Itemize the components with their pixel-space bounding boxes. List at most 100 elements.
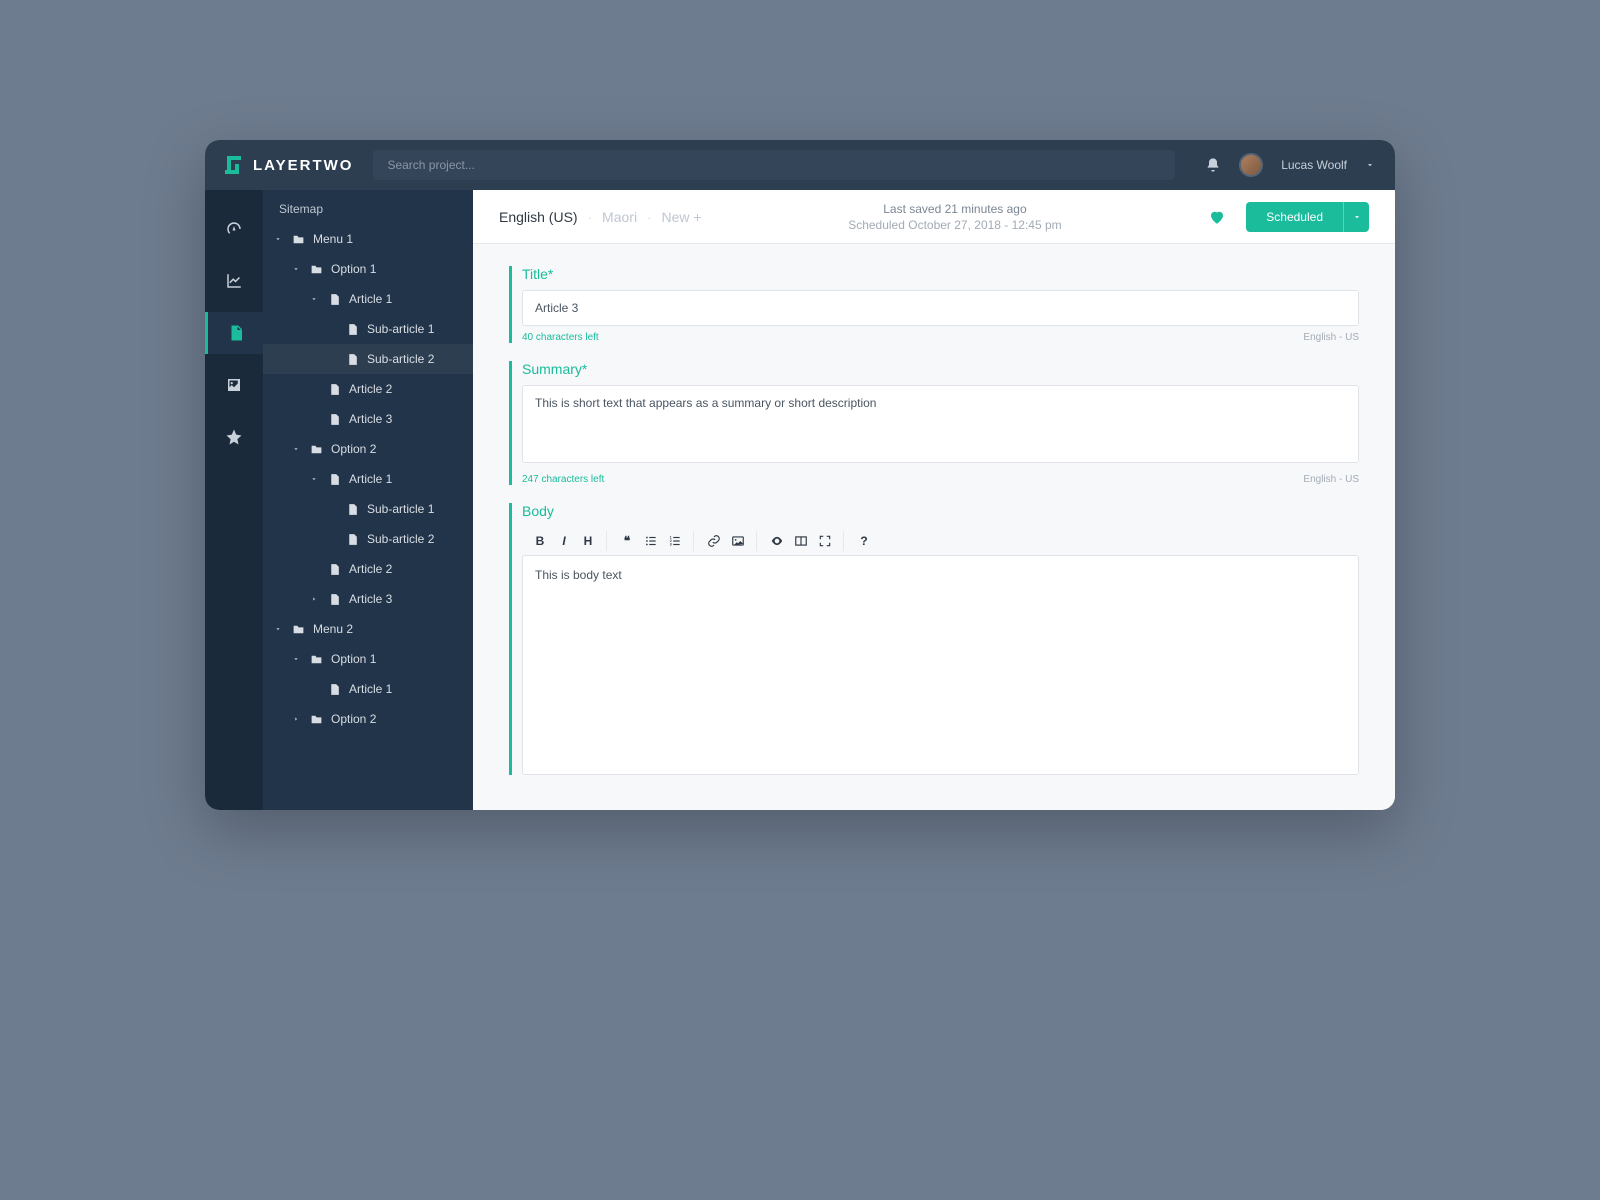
tree-item[interactable]: Option 1 bbox=[263, 254, 473, 284]
quote-button[interactable]: ❝ bbox=[617, 531, 637, 551]
body-editor[interactable]: This is body text bbox=[522, 555, 1359, 775]
tree-item[interactable]: Article 3 bbox=[263, 584, 473, 614]
bold-button[interactable]: B bbox=[530, 531, 550, 551]
file-icon bbox=[345, 353, 359, 366]
tree-item-label: Article 1 bbox=[349, 682, 473, 696]
folder-icon bbox=[291, 233, 305, 246]
tree-item[interactable]: Sub-article 2 bbox=[263, 344, 473, 374]
search-bar[interactable] bbox=[373, 150, 1175, 180]
field-title: Title* 40 characters left English - US bbox=[509, 266, 1359, 343]
language-tabs: English (US) · Maori · New + bbox=[499, 209, 702, 225]
tree-item-label: Article 3 bbox=[349, 592, 473, 606]
avatar[interactable] bbox=[1239, 153, 1263, 177]
rail-favorites[interactable] bbox=[205, 416, 263, 458]
tree-item-label: Option 1 bbox=[331, 652, 473, 666]
preview-button[interactable] bbox=[767, 531, 787, 551]
file-icon bbox=[327, 563, 341, 576]
bell-icon[interactable] bbox=[1205, 157, 1221, 173]
tree-item-label: Sub-article 1 bbox=[367, 322, 473, 336]
link-button[interactable] bbox=[704, 531, 724, 551]
caret-icon[interactable] bbox=[309, 475, 319, 483]
fullscreen-button[interactable] bbox=[815, 531, 835, 551]
tree-item-label: Sub-article 2 bbox=[367, 532, 473, 546]
image-button[interactable] bbox=[728, 531, 748, 551]
list-ul-icon bbox=[644, 534, 658, 548]
rail-analytics[interactable] bbox=[205, 260, 263, 302]
columns-icon bbox=[794, 534, 808, 548]
file-icon bbox=[327, 683, 341, 696]
tree-item[interactable]: Menu 1 bbox=[263, 224, 473, 254]
header: LAYERTWO Lucas Woolf bbox=[205, 140, 1395, 190]
tree-item[interactable]: Article 2 bbox=[263, 374, 473, 404]
tree-item[interactable]: Article 3 bbox=[263, 404, 473, 434]
columns-button[interactable] bbox=[791, 531, 811, 551]
main-panel: English (US) · Maori · New + Last saved … bbox=[473, 190, 1395, 810]
image-icon bbox=[225, 376, 243, 394]
lang-tab-active[interactable]: English (US) bbox=[499, 209, 578, 225]
favorite-button[interactable] bbox=[1208, 208, 1226, 226]
tree-item[interactable]: Menu 2 bbox=[263, 614, 473, 644]
folder-icon bbox=[309, 713, 323, 726]
file-icon bbox=[327, 593, 341, 606]
caret-icon[interactable] bbox=[291, 715, 301, 723]
user-menu-caret-icon[interactable] bbox=[1365, 160, 1375, 170]
summary-lang: English - US bbox=[1303, 474, 1359, 485]
last-saved-text: Last saved 21 minutes ago bbox=[722, 202, 1189, 216]
caret-icon[interactable] bbox=[291, 445, 301, 453]
caret-icon[interactable] bbox=[291, 655, 301, 663]
tree-item[interactable]: Sub-article 1 bbox=[263, 494, 473, 524]
summary-chars-left: 247 characters left bbox=[522, 474, 604, 485]
eye-icon bbox=[770, 534, 784, 548]
summary-input[interactable] bbox=[522, 385, 1359, 463]
svg-text:3: 3 bbox=[670, 543, 672, 547]
folder-icon bbox=[309, 263, 323, 276]
lang-tab-new[interactable]: New + bbox=[662, 209, 702, 225]
caret-icon[interactable] bbox=[309, 295, 319, 303]
header-right: Lucas Woolf bbox=[1205, 153, 1375, 177]
caret-icon[interactable] bbox=[309, 595, 319, 603]
caret-icon[interactable] bbox=[291, 265, 301, 273]
tree-item[interactable]: Article 2 bbox=[263, 554, 473, 584]
rail-media[interactable] bbox=[205, 364, 263, 406]
scheduled-text: Scheduled October 27, 2018 - 12:45 pm bbox=[722, 218, 1189, 232]
title-label: Title* bbox=[522, 266, 1359, 282]
rail-dashboard[interactable] bbox=[205, 208, 263, 250]
tree-item[interactable]: Sub-article 2 bbox=[263, 524, 473, 554]
help-button[interactable]: ? bbox=[854, 531, 874, 551]
tree-item[interactable]: Sub-article 1 bbox=[263, 314, 473, 344]
content-area: Title* 40 characters left English - US S… bbox=[473, 244, 1395, 810]
tree-item[interactable]: Option 1 bbox=[263, 644, 473, 674]
schedule-dropdown[interactable] bbox=[1343, 202, 1369, 232]
chevron-down-icon bbox=[1352, 212, 1362, 222]
caret-icon[interactable] bbox=[273, 625, 283, 633]
folder-icon bbox=[309, 653, 323, 666]
tree-item-label: Article 2 bbox=[349, 562, 473, 576]
title-input[interactable] bbox=[522, 290, 1359, 326]
ul-button[interactable] bbox=[641, 531, 661, 551]
save-status: Last saved 21 minutes ago Scheduled Octo… bbox=[722, 202, 1189, 232]
sidebar: Sitemap Menu 1Option 1Article 1Sub-artic… bbox=[263, 190, 473, 810]
tree-item[interactable]: Article 1 bbox=[263, 284, 473, 314]
folder-icon bbox=[309, 443, 323, 456]
heading-button[interactable]: H bbox=[578, 531, 598, 551]
link-icon bbox=[707, 534, 721, 548]
italic-button[interactable]: I bbox=[554, 531, 574, 551]
ol-button[interactable]: 123 bbox=[665, 531, 685, 551]
file-icon bbox=[345, 323, 359, 336]
schedule-button[interactable]: Scheduled bbox=[1246, 202, 1369, 232]
tree-item[interactable]: Article 1 bbox=[263, 464, 473, 494]
lang-tab-inactive[interactable]: Maori bbox=[602, 209, 637, 225]
file-icon bbox=[327, 383, 341, 396]
rail-content[interactable] bbox=[205, 312, 263, 354]
tree-item[interactable]: Option 2 bbox=[263, 434, 473, 464]
file-icon bbox=[345, 503, 359, 516]
search-input[interactable] bbox=[387, 158, 1161, 172]
star-icon bbox=[225, 428, 243, 446]
tree-item-label: Article 1 bbox=[349, 292, 473, 306]
tree-item-label: Article 1 bbox=[349, 472, 473, 486]
chart-icon bbox=[225, 272, 243, 290]
tree-item[interactable]: Option 2 bbox=[263, 704, 473, 734]
summary-label: Summary* bbox=[522, 361, 1359, 377]
tree-item[interactable]: Article 1 bbox=[263, 674, 473, 704]
caret-icon[interactable] bbox=[273, 235, 283, 243]
